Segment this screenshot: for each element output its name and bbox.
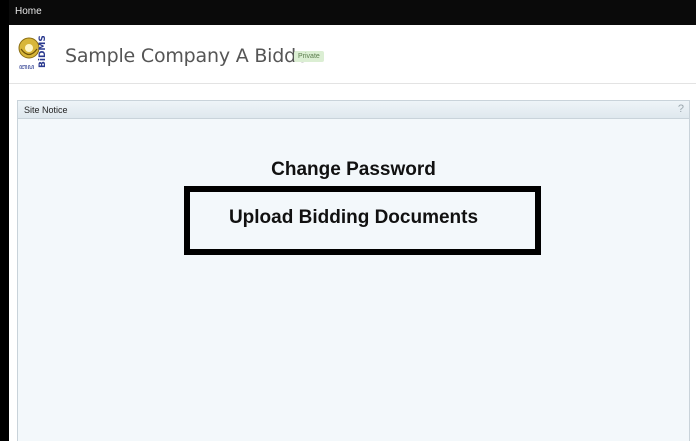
help-icon[interactable]: ? xyxy=(678,103,684,115)
site-notice-panel: Site Notice ? Change Password Upload Bid… xyxy=(17,100,690,441)
upload-bidding-documents-link[interactable]: Upload Bidding Documents xyxy=(18,207,689,229)
panel-header: Site Notice ? xyxy=(18,101,689,119)
svg-text:BiDMS: BiDMS xyxy=(38,36,48,68)
change-password-link[interactable]: Change Password xyxy=(18,159,689,181)
top-nav-bar: Home xyxy=(9,0,696,25)
bidms-logo-icon: ꦧꦥ BiDMS xyxy=(17,35,57,72)
svg-text:ꦧꦥ: ꦧꦥ xyxy=(19,63,34,71)
company-name: Sample Company A Bidder xyxy=(65,45,316,67)
page-header: ꦧꦥ BiDMS Sample Company A Bidder Private xyxy=(9,25,696,84)
content-area: Site Notice ? Change Password Upload Bid… xyxy=(9,85,696,441)
panel-title: Site Notice xyxy=(24,105,68,115)
app-frame: Home ꦧꦥ BiDMS Sample Company A Bidder Pr… xyxy=(0,0,696,441)
privacy-badge: Private xyxy=(294,51,324,62)
home-link[interactable]: Home xyxy=(15,6,42,17)
